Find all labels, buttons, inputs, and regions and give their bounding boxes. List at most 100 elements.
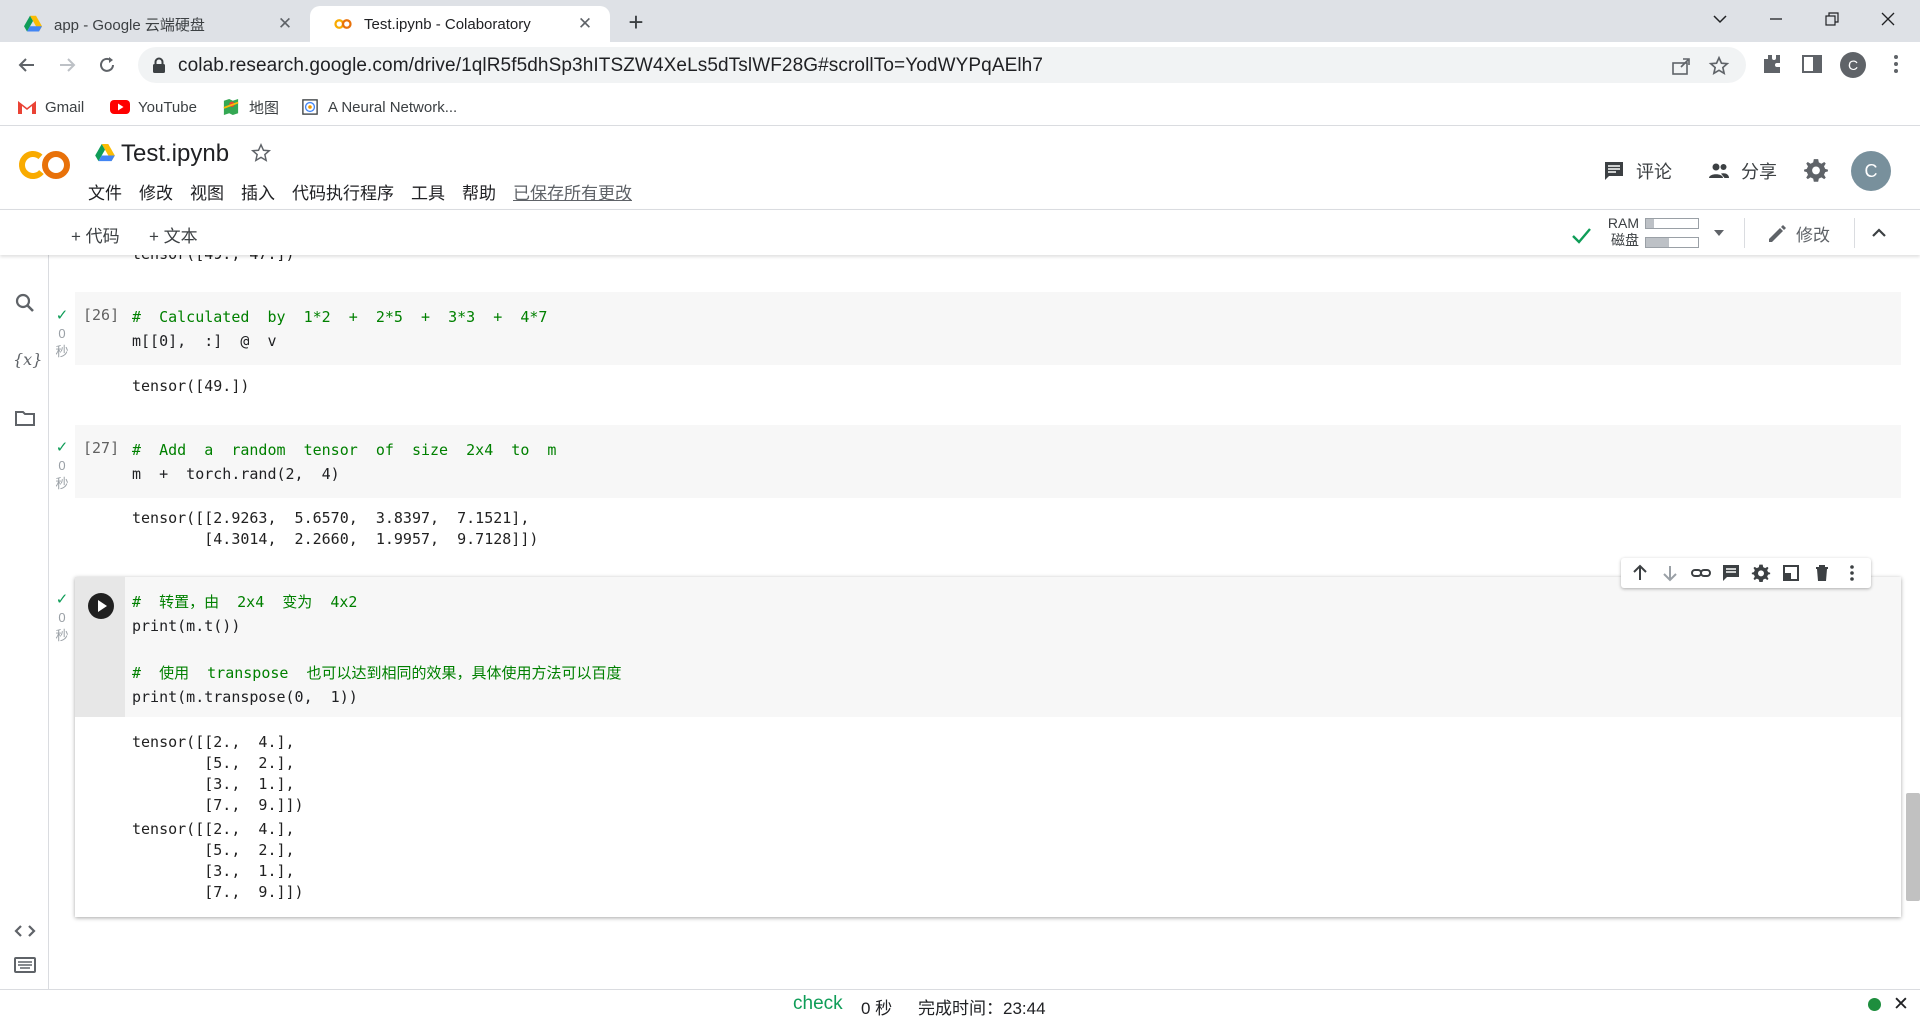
delete-icon[interactable]	[1812, 563, 1832, 583]
code-line: print(m.t())	[132, 617, 241, 635]
browser-nav-bar: colab.research.google.com/drive/1qlR5f5d…	[0, 42, 1920, 88]
settings-gear-icon[interactable]	[1803, 157, 1829, 183]
close-tab-icon[interactable]: ✕	[274, 13, 296, 35]
share-button[interactable]: 分享	[1707, 157, 1777, 185]
output-line: [5., 2.],	[132, 754, 295, 772]
move-down-icon[interactable]	[1660, 563, 1680, 583]
variables-icon[interactable]: {x}	[13, 348, 42, 372]
output-line: tensor([[2., 4.],	[132, 733, 295, 751]
toolbar-divider	[1854, 218, 1855, 248]
menu-help[interactable]: 帮助	[462, 179, 496, 204]
back-icon[interactable]	[12, 50, 42, 80]
search-icon[interactable]	[13, 291, 37, 315]
colab-logo-icon[interactable]	[18, 149, 72, 181]
code-line: # 使用 transpose 也可以达到相同的效果，具体使用方法可以百度	[132, 664, 622, 682]
saved-status-link[interactable]: 已保存所有更改	[513, 179, 632, 204]
code-editor[interactable]	[125, 577, 1901, 717]
disk-usage-fill	[1646, 238, 1670, 247]
youtube-icon	[110, 100, 130, 114]
browser-menu-icon[interactable]	[1888, 52, 1904, 76]
chevron-down-icon[interactable]	[1712, 228, 1726, 238]
star-icon[interactable]	[250, 142, 272, 164]
output-line: tensor([49.])	[132, 377, 250, 395]
tab-title: app - Google 云端硬盘	[54, 16, 205, 34]
notebook-title[interactable]: Test.ipynb	[121, 140, 229, 168]
mirror-cell-icon[interactable]	[1781, 563, 1801, 583]
address-bar[interactable]: colab.research.google.com/drive/1qlR5f5d…	[138, 47, 1746, 83]
tab-search-icon[interactable]	[1692, 0, 1748, 38]
url-text: colab.research.google.com/drive/1qlR5f5d…	[178, 55, 1044, 76]
notebook-toolbar: + 代码 + 文本 RAM 磁盘 修改	[0, 209, 1920, 255]
page-scrollbar-thumb[interactable]	[1906, 793, 1920, 901]
command-palette-icon[interactable]	[13, 953, 37, 977]
close-window-icon[interactable]	[1860, 0, 1916, 38]
menu-view[interactable]: 视图	[190, 179, 224, 204]
active-code-cell[interactable]	[75, 577, 1901, 917]
tab-title: Test.ipynb - Colaboratory	[364, 15, 531, 33]
bookmark-gmail[interactable]: Gmail	[17, 96, 84, 118]
google-drive-icon[interactable]	[95, 144, 115, 162]
comment-button[interactable]: 评论	[1602, 157, 1672, 185]
close-icon[interactable]: ✕	[1893, 993, 1909, 1016]
bookmarks-bar: Gmail YouTube 地图 A Neural Network...	[0, 88, 1920, 126]
people-icon	[1709, 163, 1729, 178]
code-line: m + torch.rand(2, 4)	[132, 465, 340, 483]
minimize-icon[interactable]	[1748, 0, 1804, 38]
run-cell-button[interactable]	[88, 593, 114, 619]
chevron-up-icon[interactable]	[1868, 222, 1890, 244]
bookmark-star-icon[interactable]	[1708, 55, 1730, 77]
reload-icon[interactable]	[92, 50, 122, 80]
cell-output-partial: tensor([49., 47.])	[132, 255, 295, 263]
status-bar: check 0 秒 完成时间：23:44 ✕	[0, 989, 1920, 1018]
move-up-icon[interactable]	[1630, 563, 1650, 583]
edit-mode-button[interactable]: 修改	[1766, 221, 1830, 246]
share-page-icon[interactable]	[1670, 55, 1692, 77]
menu-tools[interactable]: 工具	[411, 179, 445, 204]
menu-file[interactable]: 文件	[88, 179, 122, 204]
toolbar-divider	[1744, 218, 1745, 248]
add-code-button[interactable]: + 代码	[71, 222, 120, 247]
output-line: [4.3014, 2.2660, 1.9957, 9.7128]])	[132, 530, 539, 548]
user-avatar[interactable]: C	[1851, 151, 1891, 191]
menu-edit[interactable]: 修改	[139, 179, 173, 204]
completion-time: 完成时间：23:44	[918, 999, 1046, 1018]
comment-icon[interactable]	[1721, 563, 1741, 583]
execution-check-status[interactable]: check	[793, 993, 843, 1015]
menu-runtime[interactable]: 代码执行程序	[292, 179, 394, 204]
ram-usage-fill	[1646, 219, 1654, 228]
comment-label: 评论	[1636, 162, 1672, 182]
link-icon[interactable]	[1690, 563, 1711, 583]
cell-settings-icon[interactable]	[1751, 563, 1771, 583]
extensions-icon[interactable]	[1760, 52, 1784, 76]
code-snippets-icon[interactable]	[13, 919, 37, 943]
bookmark-maps[interactable]: 地图	[221, 96, 279, 118]
bookmark-label: A Neural Network...	[328, 98, 458, 116]
cell-run-status: ✓ 0 秒	[50, 591, 74, 645]
new-tab-button[interactable]: +	[622, 9, 650, 37]
run-time: 0	[58, 610, 66, 625]
bookmark-neural-network[interactable]: A Neural Network...	[300, 96, 457, 118]
colab-header: Test.ipynb 文件 修改 视图 插入 代码执行程序 工具 帮助 已保存所…	[0, 127, 1920, 209]
menu-insert[interactable]: 插入	[241, 179, 275, 204]
tab-drive[interactable]: app - Google 云端硬盘 ✕	[0, 6, 310, 42]
output-line: tensor([[2.9263, 5.6570, 3.8397, 7.1521]…	[132, 509, 530, 527]
more-options-icon[interactable]	[1842, 563, 1862, 583]
ram-usage-bar[interactable]	[1645, 218, 1699, 229]
cell-toolbar	[1621, 558, 1871, 588]
side-panel-icon[interactable]	[1800, 52, 1824, 76]
close-tab-icon[interactable]: ✕	[574, 13, 596, 35]
resource-labels[interactable]: RAM 磁盘	[1599, 215, 1639, 249]
add-text-button[interactable]: + 文本	[149, 222, 198, 247]
ram-label: RAM	[1607, 215, 1639, 231]
lock-icon	[153, 57, 165, 73]
disk-usage-bar[interactable]	[1645, 237, 1699, 248]
bookmark-youtube[interactable]: YouTube	[110, 96, 197, 118]
forward-icon[interactable]	[52, 50, 82, 80]
tab-colab[interactable]: Test.ipynb - Colaboratory ✕	[310, 6, 610, 42]
restore-icon[interactable]	[1804, 0, 1860, 38]
browser-profile-avatar[interactable]: C	[1840, 52, 1866, 78]
check-icon: ✓	[55, 439, 69, 456]
output-line: [7., 9.]])	[132, 883, 304, 901]
folder-icon[interactable]	[13, 406, 37, 430]
run-time: 0	[58, 458, 66, 473]
